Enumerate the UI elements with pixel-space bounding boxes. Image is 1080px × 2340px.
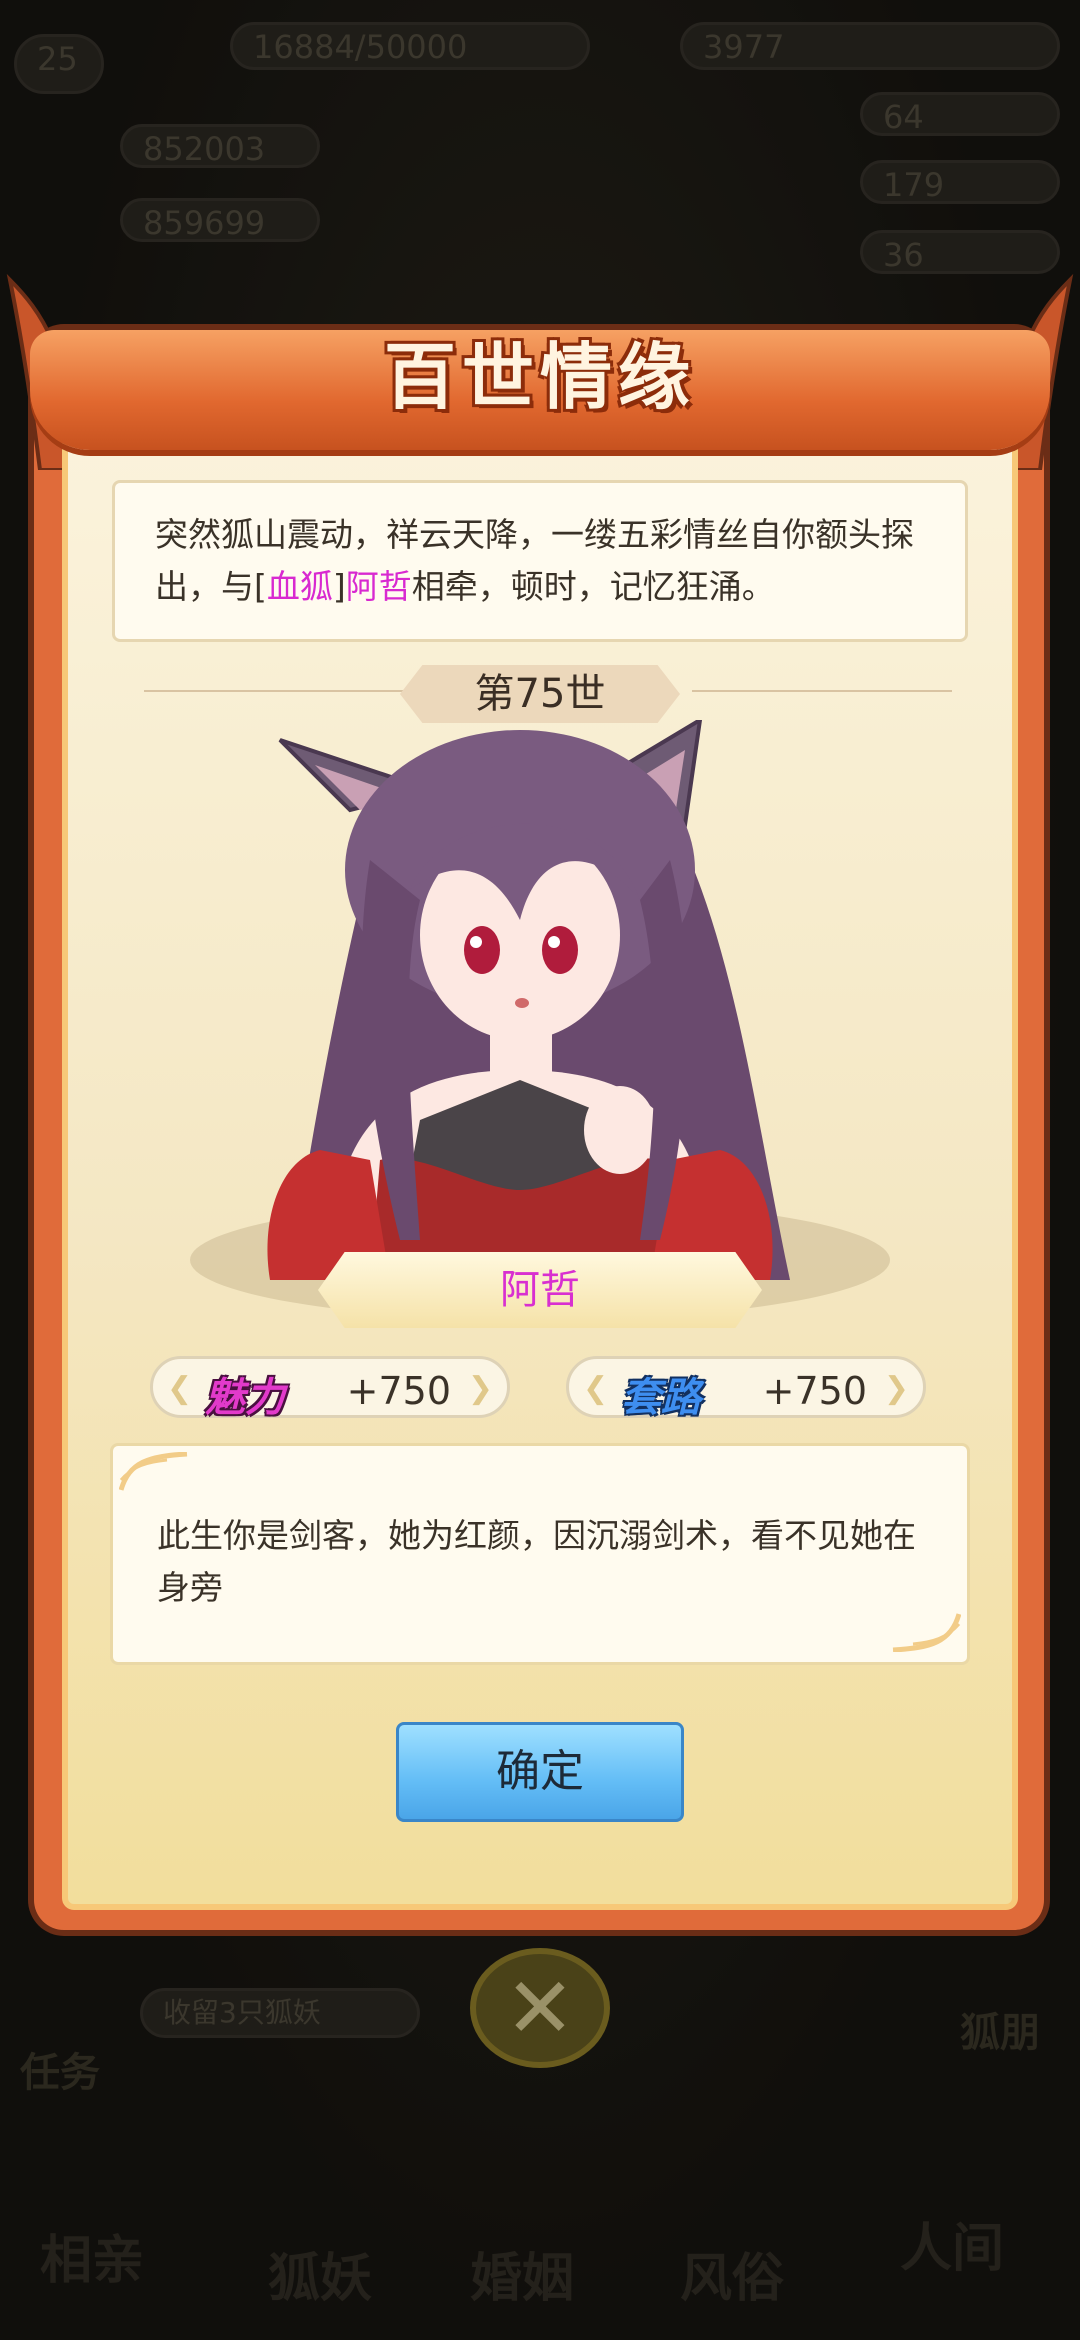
confirm-button[interactable]: 确定 xyxy=(396,1722,684,1822)
story-text-2: ] xyxy=(332,567,346,606)
divider-right xyxy=(692,690,952,692)
character-portrait xyxy=(267,720,790,1280)
stat-charm-value: +750 xyxy=(346,1369,451,1413)
chevron-left-icon: ❮ xyxy=(583,1371,609,1406)
chevron-left-icon: ❮ xyxy=(167,1371,193,1406)
close-icon: ✕ xyxy=(504,1959,576,2057)
stat-trick-value: +750 xyxy=(762,1369,867,1413)
corner-ornament-icon xyxy=(119,1452,188,1491)
story-clan: 血狐 xyxy=(266,567,333,606)
description-box: 此生你是剑客，她为红颜，因沉溺剑术，看不见她在身旁 xyxy=(110,1443,970,1665)
close-button[interactable]: ✕ xyxy=(470,1948,610,2068)
dialog-title: 百世情缘 xyxy=(383,334,696,419)
description-text: 此生你是剑客，她为红颜，因沉溺剑术，看不见她在身旁 xyxy=(157,1516,916,1607)
stat-trick: ❮ 套路 +750 ❯ xyxy=(566,1356,926,1421)
chevron-right-icon: ❯ xyxy=(883,1371,909,1406)
stat-charm-label: 魅力 xyxy=(205,1374,285,1421)
divider-left xyxy=(144,690,404,692)
story-character-name: 阿哲 xyxy=(345,567,412,606)
corner-ornament-icon xyxy=(892,1613,961,1652)
chevron-right-icon: ❯ xyxy=(467,1371,493,1406)
story-text-3: 相牵，顿时，记忆狂涌。 xyxy=(411,567,775,606)
stat-trick-label: 套路 xyxy=(621,1374,701,1421)
generation-badge: 第75世 xyxy=(400,665,680,723)
character-name-plate: 阿哲 xyxy=(318,1252,762,1328)
story-box: 突然狐山震动，祥云天降，一缕五彩情丝自你额头探出，与[血狐]阿哲相牵，顿时，记忆… xyxy=(112,480,968,642)
stat-charm: ❮ 魅力 +750 ❯ xyxy=(150,1356,510,1421)
